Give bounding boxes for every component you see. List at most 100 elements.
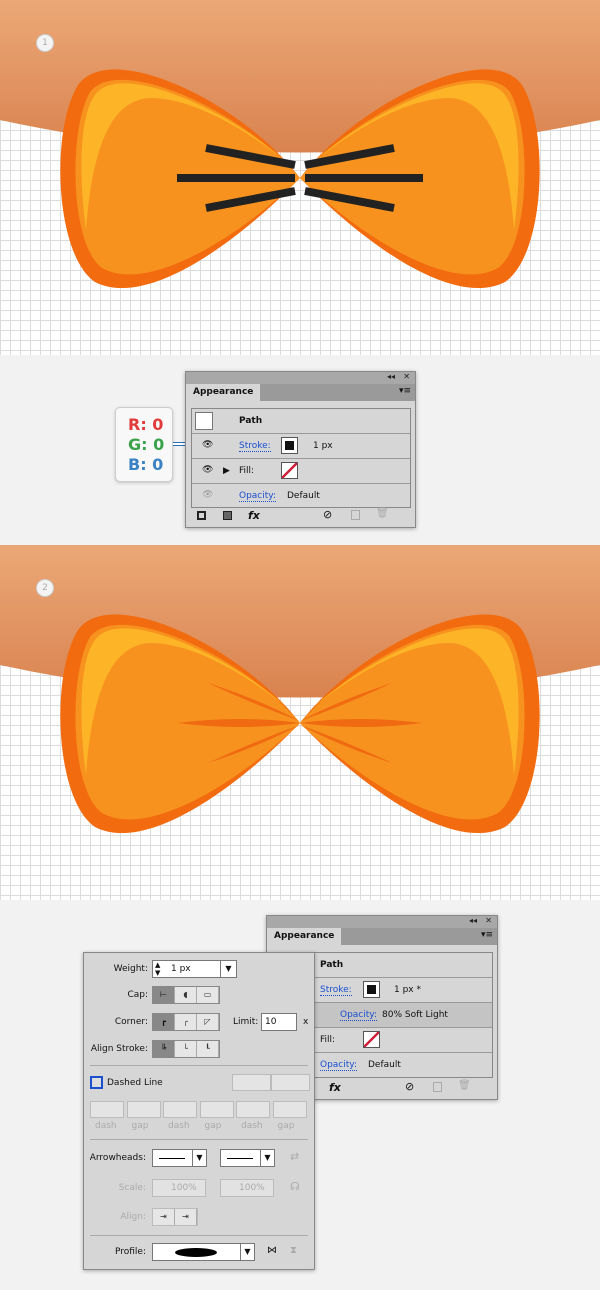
dash-label: dash bbox=[95, 1121, 117, 1131]
dashed-line-label: Dashed Line bbox=[107, 1078, 163, 1088]
fill-label: Fill: bbox=[320, 1035, 336, 1045]
align-dash-button[interactable] bbox=[271, 1074, 310, 1091]
dash-input[interactable] bbox=[90, 1101, 124, 1118]
tab-appearance[interactable]: Appearance bbox=[186, 384, 261, 401]
align-center-button[interactable]: ╚ bbox=[153, 1041, 175, 1057]
weight-dropdown[interactable]: ▼ bbox=[220, 961, 236, 977]
expand-triangle-icon[interactable]: ▶ bbox=[223, 466, 230, 476]
preserve-dash-button[interactable] bbox=[232, 1074, 271, 1091]
extend-arrow-button[interactable]: ⇥ bbox=[153, 1209, 175, 1225]
duplicate-item-icon[interactable] bbox=[351, 510, 360, 520]
clear-appearance-icon[interactable]: ⊘ bbox=[405, 1080, 414, 1093]
stroke-panel: Weight: ▲ ▼ 1 px ▼ Cap: ⊢ ◖ ▭ Corner: ┏ ╭ ◸ Lim… bbox=[83, 952, 315, 1270]
tab-appearance[interactable]: Appearance bbox=[267, 928, 342, 945]
stroke-link[interactable]: Stroke: bbox=[239, 441, 271, 452]
fill-swatch-none[interactable] bbox=[281, 462, 298, 479]
dash-label: dash bbox=[241, 1121, 263, 1131]
arrowheads-label: Arrowheads: bbox=[89, 1153, 146, 1163]
gap-label: gap bbox=[131, 1121, 149, 1131]
place-arrow-button[interactable]: ⇥ bbox=[175, 1209, 197, 1225]
stroke-swatch[interactable] bbox=[363, 981, 380, 998]
end-scale-input[interactable]: 100% bbox=[220, 1179, 274, 1197]
panel-menu-icon[interactable]: ▾≡ bbox=[399, 386, 411, 396]
end-arrowhead-select[interactable]: ▼ bbox=[220, 1149, 275, 1167]
align-stroke-buttons: ╚ └ ┖ bbox=[152, 1040, 220, 1058]
round-cap-button[interactable]: ◖ bbox=[175, 987, 197, 1003]
step-badge: 1 bbox=[36, 34, 54, 52]
eye-icon[interactable]: 👁 bbox=[202, 465, 213, 475]
artboard-step-1: 1 bbox=[0, 0, 600, 355]
stroke-opacity-link[interactable]: Opacity: bbox=[340, 1010, 377, 1021]
weight-label: Weight: bbox=[113, 964, 148, 974]
artboard-step-2: 2 bbox=[0, 545, 600, 900]
path-row[interactable]: Path bbox=[192, 409, 410, 434]
trash-icon[interactable]: 🗑 bbox=[376, 508, 389, 519]
profile-select[interactable]: ▼ bbox=[152, 1243, 255, 1261]
stroke-value: 1 px * bbox=[394, 985, 421, 995]
stroke-value: 1 px bbox=[313, 441, 333, 451]
dash-label: dash bbox=[168, 1121, 190, 1131]
start-arrowhead-select[interactable]: ▼ bbox=[152, 1149, 207, 1167]
stroke-link[interactable]: Stroke: bbox=[320, 985, 352, 996]
arrow-align-label: Align: bbox=[120, 1212, 146, 1222]
fill-label: Fill: bbox=[239, 466, 255, 476]
opacity-value: Default bbox=[368, 1060, 401, 1070]
gap-input[interactable] bbox=[126, 1101, 161, 1118]
bevel-join-button[interactable]: ◸ bbox=[197, 1014, 219, 1030]
opacity-link[interactable]: Opacity: bbox=[239, 491, 276, 502]
bow-illustration-1 bbox=[0, 0, 600, 289]
add-stroke-icon[interactable] bbox=[197, 511, 206, 520]
stroke-opacity-value: 80% Soft Light bbox=[382, 1010, 448, 1020]
eye-icon[interactable]: 👁 bbox=[202, 440, 213, 450]
miter-join-button[interactable]: ┏ bbox=[153, 1014, 175, 1030]
align-inside-button[interactable]: └ bbox=[175, 1041, 197, 1057]
round-join-button[interactable]: ╭ bbox=[175, 1014, 197, 1030]
weight-input[interactable]: ▲ ▼ 1 px ▼ bbox=[152, 960, 237, 978]
flip-across-icon[interactable]: ⧗ bbox=[290, 1245, 297, 1256]
stroke-swatch[interactable] bbox=[281, 437, 298, 454]
flip-along-icon[interactable]: ⋈ bbox=[267, 1245, 277, 1256]
stroke-row[interactable]: 👁 Stroke: 1 px bbox=[192, 434, 410, 459]
swap-arrowheads-icon[interactable]: ⇄ bbox=[290, 1150, 299, 1163]
gap-input[interactable] bbox=[272, 1101, 307, 1118]
dash-input[interactable] bbox=[163, 1101, 197, 1118]
rgb-callout: R: 0 G: 0 B: 0 bbox=[115, 407, 173, 482]
close-icon[interactable]: ✕ bbox=[485, 916, 492, 925]
fill-swatch-none[interactable] bbox=[363, 1031, 380, 1048]
link-scale-icon[interactable]: ☊ bbox=[290, 1180, 300, 1193]
butt-cap-button[interactable]: ⊢ bbox=[153, 987, 175, 1003]
red-value: R: 0 bbox=[128, 415, 164, 434]
collapse-icon[interactable]: ◂◂ bbox=[387, 372, 395, 381]
appearance-panel: ◂◂ ✕ Appearance ▾≡ Path 👁 Stroke: 1 px 👁 ▶ Fil… bbox=[185, 371, 416, 528]
align-stroke-label: Align Stroke: bbox=[90, 1044, 148, 1054]
weight-stepper[interactable]: ▲ ▼ bbox=[155, 961, 160, 977]
duplicate-item-icon[interactable] bbox=[433, 1082, 442, 1092]
fill-row[interactable]: 👁 ▶ Fill: bbox=[192, 459, 410, 484]
add-fill-icon[interactable] bbox=[223, 511, 232, 520]
arrow-align-buttons: ⇥ ⇥ bbox=[152, 1208, 198, 1226]
gap-input[interactable] bbox=[199, 1101, 234, 1118]
opacity-value: Default bbox=[287, 491, 320, 501]
opacity-row[interactable]: 👁 Opacity: Default bbox=[192, 484, 410, 509]
panel-menu-icon[interactable]: ▾≡ bbox=[481, 930, 493, 940]
trash-icon[interactable]: 🗑 bbox=[458, 1080, 471, 1091]
dash-input[interactable] bbox=[236, 1101, 270, 1118]
fx-button[interactable]: fx bbox=[248, 509, 260, 522]
dashed-line-checkbox[interactable] bbox=[90, 1076, 103, 1089]
fx-button[interactable]: fx bbox=[329, 1081, 341, 1094]
start-scale-input[interactable]: 100% bbox=[152, 1179, 206, 1197]
corner-buttons: ┏ ╭ ◸ bbox=[152, 1013, 220, 1031]
collapse-icon[interactable]: ◂◂ bbox=[469, 916, 477, 925]
clear-appearance-icon[interactable]: ⊘ bbox=[323, 508, 332, 521]
gap-label: gap bbox=[277, 1121, 295, 1131]
align-outside-button[interactable]: ┖ bbox=[197, 1041, 219, 1057]
projecting-cap-button[interactable]: ▭ bbox=[197, 987, 219, 1003]
green-value: G: 0 bbox=[128, 435, 165, 454]
opacity-link[interactable]: Opacity: bbox=[320, 1060, 357, 1071]
close-icon[interactable]: ✕ bbox=[403, 372, 410, 381]
eye-icon[interactable]: 👁 bbox=[202, 490, 213, 500]
cap-buttons: ⊢ ◖ ▭ bbox=[152, 986, 220, 1004]
limit-label: Limit: bbox=[233, 1017, 259, 1027]
limit-input[interactable]: 10 bbox=[261, 1013, 297, 1031]
blue-value: B: 0 bbox=[128, 455, 164, 474]
